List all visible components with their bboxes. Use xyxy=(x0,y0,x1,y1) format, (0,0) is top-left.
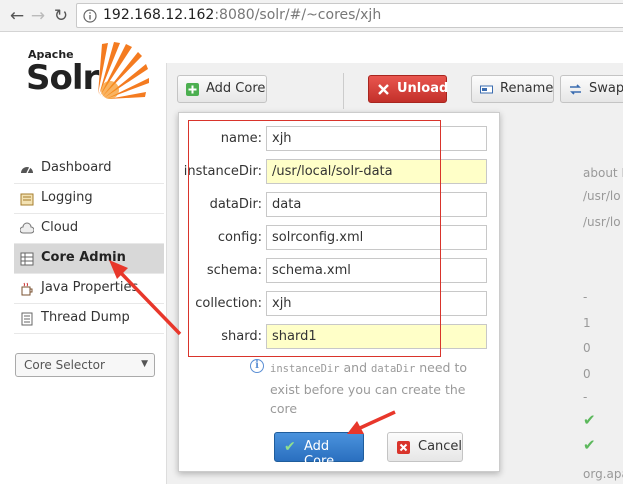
unload-button[interactable]: Unload xyxy=(368,75,449,103)
thread-dump-icon xyxy=(21,312,33,326)
background-text: /usr/lo xyxy=(583,215,621,229)
background-text: 0 xyxy=(583,341,591,355)
info-page-icon[interactable] xyxy=(83,9,97,23)
java-icon xyxy=(21,282,33,296)
info-and: and xyxy=(339,360,372,375)
background-text: org.apa xyxy=(583,467,623,481)
rename-button[interactable]: Rename xyxy=(471,75,554,103)
core-admin-icon xyxy=(20,252,34,266)
unload-label: Unload xyxy=(397,81,449,96)
address-bar[interactable]: 192.168.12.162:8080/solr/#/~cores/xjh xyxy=(76,3,623,28)
sidebar-item-thread-dump[interactable]: Thread Dump xyxy=(14,304,164,334)
sidebar-item-label: Cloud xyxy=(41,220,79,235)
add-core-submit-label: Add Core xyxy=(304,439,335,469)
close-icon xyxy=(378,84,389,95)
background-text: /usr/lo xyxy=(583,189,621,203)
background-text: about I xyxy=(583,166,623,180)
browser-toolbar: ← → ↻ 192.168.12.162:8080/solr/#/~cores/… xyxy=(0,0,623,32)
sidebar-item-label: Logging xyxy=(41,190,93,205)
swap-icon xyxy=(570,84,581,95)
sidebar-item-label: Dashboard xyxy=(41,160,112,175)
sidebar-item-cloud[interactable]: Cloud xyxy=(14,214,164,244)
sidebar-item-label: Core Admin xyxy=(41,250,126,265)
rename-icon xyxy=(480,85,493,94)
core-selector-dropdown[interactable]: Core Selector ▼ xyxy=(15,353,155,377)
checkmark-icon: ✔ xyxy=(583,436,596,454)
plus-icon xyxy=(186,83,199,96)
url-text: 192.168.12.162:8080/solr/#/~cores/xjh xyxy=(103,7,381,23)
sidebar-item-core-admin[interactable]: Core Admin xyxy=(14,244,164,274)
logging-icon xyxy=(20,193,34,206)
background-text: 0 xyxy=(583,367,591,381)
reload-icon[interactable]: ↻ xyxy=(50,5,72,27)
logo-solr-text: Solr xyxy=(26,58,99,98)
cloud-icon xyxy=(20,222,34,234)
sidebar-item-dashboard[interactable]: Dashboard xyxy=(14,154,164,184)
info-code-instancedir: instanceDir xyxy=(270,363,340,375)
rename-label: Rename xyxy=(500,81,554,96)
checkmark-icon: ✔ xyxy=(583,411,596,429)
solr-logo[interactable]: Apache Solr xyxy=(26,40,156,106)
url-host: 192.168.12.162 xyxy=(103,7,215,23)
background-text: 1 xyxy=(583,316,591,330)
sidebar-item-logging[interactable]: Logging xyxy=(14,184,164,214)
cancel-label: Cancel xyxy=(418,439,463,454)
sidebar-item-label: Thread Dump xyxy=(41,310,130,325)
toolbar-divider xyxy=(343,73,344,109)
url-path: :8080/solr/#/~cores/xjh xyxy=(214,7,382,23)
forward-arrow-icon[interactable]: → xyxy=(27,5,49,27)
info-icon: i xyxy=(250,359,264,373)
info-text: instanceDir and dataDir need to exist be… xyxy=(270,358,470,419)
annotation-highlight-box xyxy=(188,120,441,357)
checkmark-icon: ✔ xyxy=(284,439,296,455)
swap-label: Swap xyxy=(589,81,623,96)
sidebar-item-label: Java Properties xyxy=(41,280,139,295)
add-core-label: Add Core xyxy=(206,81,266,96)
cancel-button[interactable]: Cancel xyxy=(387,432,463,462)
back-arrow-icon[interactable]: ← xyxy=(6,5,28,27)
sidebar-item-java-properties[interactable]: Java Properties xyxy=(14,274,164,304)
add-core-submit-button[interactable]: ✔ Add Core xyxy=(274,432,364,469)
close-icon xyxy=(397,441,410,454)
chevron-down-icon: ▼ xyxy=(141,359,148,369)
core-selector-label: Core Selector xyxy=(24,358,105,372)
add-core-button[interactable]: Add Core xyxy=(177,75,267,103)
info-code-datadir: dataDir xyxy=(371,363,416,375)
swap-button[interactable]: Swap xyxy=(560,75,623,103)
dashboard-icon xyxy=(21,166,33,174)
background-text: - xyxy=(583,390,588,404)
background-text: - xyxy=(583,290,588,304)
